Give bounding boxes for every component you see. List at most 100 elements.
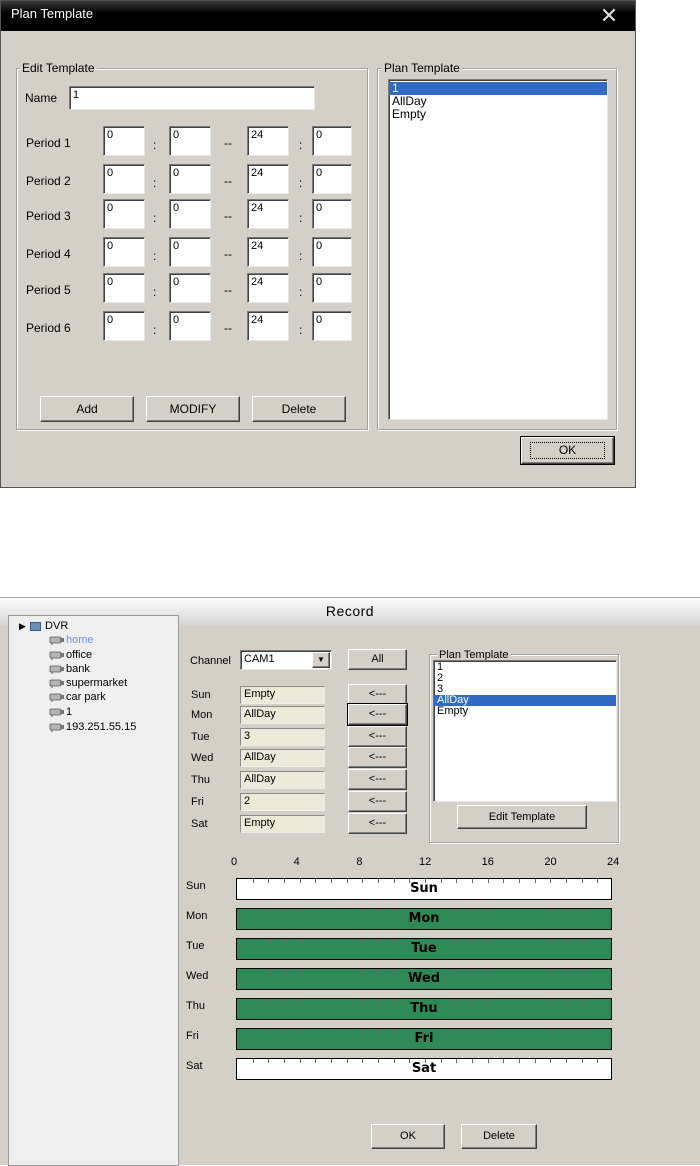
hour-tick: [472, 999, 473, 1003]
schedule-bar[interactable]: Sun: [236, 878, 612, 900]
schedule-bar[interactable]: Sat: [236, 1058, 612, 1080]
record-title: Record: [325, 603, 375, 619]
tree-item[interactable]: car park: [49, 691, 106, 704]
assign-plan-button[interactable]: <---: [348, 769, 407, 790]
hour-tick: [440, 909, 442, 913]
day-plan-field: 3: [240, 728, 325, 746]
period-start-hour[interactable]: 0: [103, 273, 145, 303]
record-delete-button[interactable]: Delete: [461, 1124, 537, 1149]
period-start-hour[interactable]: 0: [103, 126, 145, 156]
scale-label: 16: [481, 856, 494, 868]
assign-plan-button[interactable]: <---: [348, 726, 407, 747]
hour-tick: [315, 969, 317, 973]
close-icon[interactable]: ✕: [597, 5, 621, 27]
hour-tick: [534, 999, 536, 1003]
schedule-bar[interactable]: Tue: [236, 938, 612, 960]
hour-tick: [268, 939, 270, 943]
hour-tick: [315, 939, 317, 943]
assign-plan-button[interactable]: <---: [348, 684, 407, 705]
period-end-minute[interactable]: 0: [312, 237, 352, 267]
tree-item[interactable]: office: [49, 649, 92, 662]
period-end-hour[interactable]: 24: [247, 126, 289, 156]
hour-tick: [597, 879, 599, 883]
ok-button[interactable]: OK: [520, 436, 615, 465]
period-start-hour[interactable]: 0: [103, 237, 145, 267]
hour-tick: [456, 1029, 458, 1033]
camera-icon: [49, 650, 65, 661]
schedule-bar[interactable]: Thu: [236, 998, 612, 1020]
channel-select[interactable]: CAM1 ▼: [240, 650, 332, 670]
schedule-bar[interactable]: Mon: [236, 908, 612, 930]
hour-tick: [550, 1059, 552, 1063]
hour-tick: [487, 909, 489, 913]
tree-item[interactable]: 1: [49, 706, 72, 719]
record-ok-button[interactable]: OK: [371, 1124, 445, 1149]
plan-list-item[interactable]: 2: [434, 673, 616, 684]
assign-plan-button[interactable]: <---: [348, 813, 407, 834]
hour-tick: [315, 879, 317, 883]
assign-plan-button[interactable]: <---: [348, 747, 407, 768]
all-button[interactable]: All: [348, 649, 407, 670]
hour-tick: [581, 909, 583, 913]
hour-tick: [299, 999, 301, 1003]
period-end-minute[interactable]: 0: [312, 164, 352, 194]
plan-template-list-2[interactable]: 1 2 3 AllDay Empty: [433, 660, 617, 802]
period-start-minute[interactable]: 0: [169, 237, 211, 267]
period-start-minute[interactable]: 0: [169, 199, 211, 229]
period-start-minute[interactable]: 0: [169, 126, 211, 156]
tree-item[interactable]: home: [49, 634, 94, 647]
period-start-minute[interactable]: 0: [169, 273, 211, 303]
name-input[interactable]: 1: [69, 86, 315, 110]
plan-template-list[interactable]: 1 AllDay Empty: [388, 79, 608, 420]
expand-arrow-icon[interactable]: ▶: [19, 621, 26, 631]
period-end-minute[interactable]: 0: [312, 199, 352, 229]
hour-tick: [284, 939, 285, 943]
period-end-hour[interactable]: 24: [247, 199, 289, 229]
period-end-hour[interactable]: 24: [247, 237, 289, 267]
period-start-hour[interactable]: 0: [103, 199, 145, 229]
tree-item[interactable]: 193.251.55.15: [49, 721, 136, 734]
hour-tick: [315, 1029, 317, 1033]
hour-tick: [299, 879, 301, 883]
assign-plan-button[interactable]: <---: [348, 791, 407, 812]
hour-tick: [393, 969, 395, 973]
tree-item[interactable]: supermarket: [49, 677, 127, 690]
delete-button[interactable]: Delete: [252, 396, 346, 422]
hour-tick: [440, 969, 442, 973]
add-button[interactable]: Add: [40, 396, 134, 422]
dash-separator: --: [224, 247, 232, 261]
hour-tick: [268, 909, 270, 913]
period-end-hour[interactable]: 24: [247, 311, 289, 341]
tree-item[interactable]: bank: [49, 663, 90, 676]
period-start-minute[interactable]: 0: [169, 164, 211, 194]
hour-tick: [581, 999, 583, 1003]
dash-separator: --: [224, 136, 232, 150]
hour-tick: [487, 969, 489, 973]
period-start-minute[interactable]: 0: [169, 311, 211, 341]
period-start-hour[interactable]: 0: [103, 164, 145, 194]
schedule-bar[interactable]: Wed: [236, 968, 612, 990]
hour-tick: [378, 1059, 379, 1063]
hour-tick: [378, 1029, 379, 1033]
tree-root[interactable]: ▶ DVR: [19, 620, 68, 633]
hour-tick: [597, 1059, 599, 1063]
period-end-minute[interactable]: 0: [312, 273, 352, 303]
channel-value: CAM1: [244, 653, 275, 665]
plan-list-item[interactable]: Empty: [389, 108, 607, 121]
plan-list-item[interactable]: Empty: [434, 706, 616, 717]
chevron-down-icon[interactable]: ▼: [312, 652, 330, 668]
period-end-hour[interactable]: 24: [247, 273, 289, 303]
hour-tick: [519, 999, 520, 1003]
modify-button[interactable]: MODIFY: [146, 396, 240, 422]
tree-item-label: home: [66, 634, 94, 646]
hour-tick: [487, 999, 489, 1003]
plan-list-item[interactable]: 1: [434, 662, 616, 673]
edit-template-button[interactable]: Edit Template: [457, 805, 587, 829]
assign-plan-button[interactable]: <---: [347, 703, 408, 726]
hour-tick: [566, 1029, 567, 1033]
period-end-hour[interactable]: 24: [247, 164, 289, 194]
period-end-minute[interactable]: 0: [312, 311, 352, 341]
schedule-bar[interactable]: Fri: [236, 1028, 612, 1050]
period-end-minute[interactable]: 0: [312, 126, 352, 156]
period-start-hour[interactable]: 0: [103, 311, 145, 341]
